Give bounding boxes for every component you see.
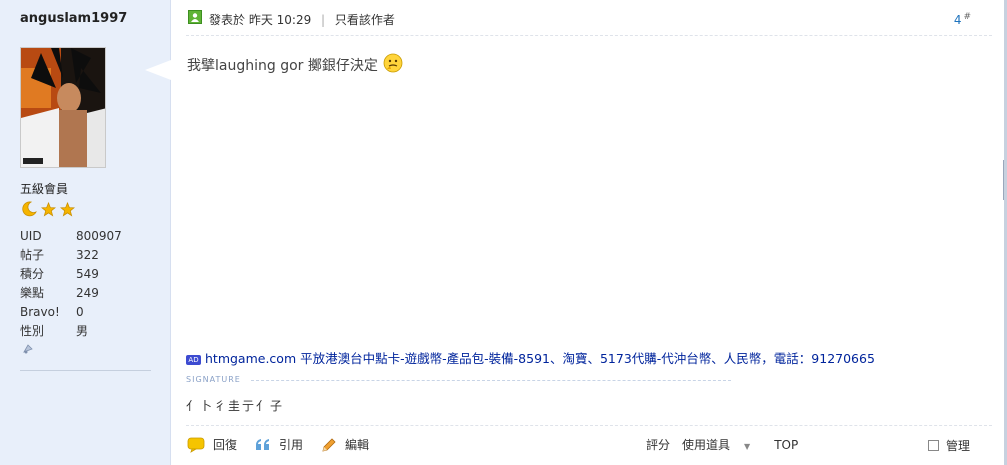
stat-label: 積分 [20,267,45,281]
star-icon [40,201,56,216]
speech-bubble-tip [145,60,171,80]
stat-label: 性別 [20,324,45,338]
stat-gender: 性別 男 [20,321,122,340]
stat-value: 322 [76,247,99,262]
username[interactable]: anguslam1997 [20,11,127,26]
ad-badge-icon: AD [186,355,201,365]
post-text: 我擘laughing gor 擲銀仔決定 [187,58,378,74]
footer-divider [186,425,992,426]
post-floor-number[interactable]: 4 # [954,12,971,27]
floor-number[interactable]: 4 [954,13,962,27]
stat-posts: 帖子 322 [20,245,122,264]
ad-line[interactable]: AD htmgame.com 平放港澳台中點卡-遊戲幣-產品包-裝備-8591、淘… [186,348,875,367]
sidebar-divider [20,370,151,371]
signature-text: 亻卜彳圭亍亻子 [186,399,285,413]
post-body: 發表於 昨天 10:29 | 只看該作者 4 # 我擘laughing gor 擲… [171,0,1007,465]
signature-divider [251,380,731,381]
stat-value: 0 [76,304,84,319]
stat-label: Bravo! [20,304,60,319]
author-only-link[interactable]: 只看該作者 [335,13,395,27]
stat-points: 積分 549 [20,264,122,283]
ad-text[interactable]: 平放港澳台中點卡-遊戲幣-產品包-裝備-8591、淘寶、5173代購-代沖台幣、… [296,351,875,366]
moon-icon [22,201,37,217]
ad-site-link[interactable]: htmgame.com [205,351,296,366]
avatar[interactable] [20,47,106,168]
post-status-icon [188,10,202,24]
edit-button[interactable]: 編輯 [321,436,369,453]
post-content: 我擘laughing gor 擲銀仔決定 [187,53,403,77]
stat-label: 帖子 [20,248,45,262]
post-time: 發表於 昨天 10:29 [209,13,312,27]
quote-label[interactable]: 引用 [279,436,303,453]
stat-uid: UID 800907 [20,226,122,245]
post-actions: 回復 引用 編輯 [187,436,387,453]
manage-control[interactable]: 管理 [928,437,970,454]
send-message-icon[interactable] [22,343,34,358]
stat-value: 249 [76,285,99,300]
rank-stars [21,201,75,219]
reply-icon [187,437,205,453]
stat-value: 男 [76,324,89,338]
top-button[interactable]: TOP [774,438,798,452]
user-rank: 五級會員 [20,182,69,196]
floor-mark: # [963,12,971,22]
user-stats: UID 800907 帖子 322 積分 549 樂點 249 Bravo! 0… [20,226,122,340]
use-item-label[interactable]: 使用道具 [682,438,730,452]
manage-checkbox[interactable] [928,440,939,451]
thinking-emoji-icon [383,53,403,77]
stat-label: UID [20,228,42,243]
post-tools: 評分 使用道具 ▼ TOP [646,436,810,453]
header-divider [186,35,992,36]
meta-separator: | [321,13,326,27]
manage-label[interactable]: 管理 [946,437,970,454]
use-item-dropdown[interactable]: 使用道具 ▼ [682,436,762,453]
user-sidebar: anguslam1997 五級會員 UID 800907 帖子 322 積分 5… [0,0,171,465]
stat-label: 樂點 [20,286,45,300]
post-meta: 發表於 昨天 10:29 | 只看該作者 [209,11,395,28]
window-edge-mark [1003,160,1007,200]
star-icon [59,201,75,216]
quote-button[interactable]: 引用 [255,436,303,453]
quote-icon [255,438,271,452]
edit-label[interactable]: 編輯 [345,436,369,453]
rate-button[interactable]: 評分 [646,436,670,453]
chevron-down-icon: ▼ [744,442,751,451]
reply-button[interactable]: 回復 [187,436,237,453]
stat-bravo: Bravo! 0 [20,302,122,321]
reply-label[interactable]: 回復 [213,436,237,453]
signature-label: SIGNATURE [186,375,241,384]
stat-value: 800907 [76,228,122,243]
pencil-icon [321,437,337,453]
stat-value: 549 [76,266,99,281]
stat-fun-points: 樂點 249 [20,283,122,302]
